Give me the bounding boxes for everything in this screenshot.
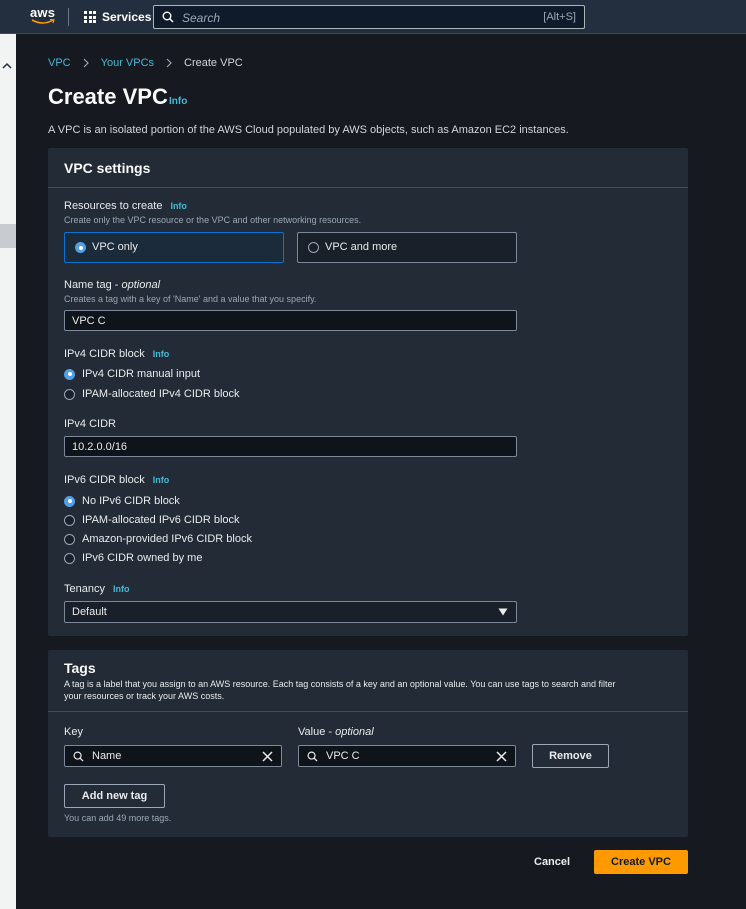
nav-divider: [68, 8, 69, 26]
breadcrumb-vpc[interactable]: VPC: [48, 57, 71, 69]
tag-value-input[interactable]: VPC C: [298, 745, 516, 767]
ipv4-ipam-option[interactable]: IPAM-allocated IPv4 CIDR block: [64, 388, 240, 400]
tags-description-line1: A tag is a label that you assign to an A…: [64, 679, 616, 689]
ipv4-manual-option[interactable]: IPv4 CIDR manual input: [64, 368, 200, 380]
tag-value-optional: optional: [335, 726, 374, 738]
title-info-link[interactable]: Info: [169, 96, 187, 107]
aws-logo[interactable]: aws: [30, 5, 58, 27]
aws-logo-text: aws: [30, 5, 56, 20]
name-tag-optional: optional: [121, 279, 161, 291]
aws-smile-icon: [31, 19, 55, 24]
ipv4-block-label: IPv4 CIDR block Info: [64, 348, 169, 360]
tenancy-select[interactable]: Default: [64, 601, 517, 623]
ipv6-ipam-radio[interactable]: [64, 514, 75, 526]
clear-icon[interactable]: [262, 751, 273, 762]
tag-key-input[interactable]: Name: [64, 745, 282, 767]
vpc-settings-title: VPC settings: [64, 160, 151, 176]
tenancy-label: Tenancy Info: [64, 583, 129, 595]
ipv6-owned-option[interactable]: IPv6 CIDR owned by me: [64, 552, 202, 564]
search-shortcut: [Alt+S]: [543, 11, 576, 23]
ipv6-amazon-radio[interactable]: [64, 533, 75, 545]
ipv6-block-label-text: IPv6 CIDR block: [64, 474, 145, 486]
vpc-and-more-radio[interactable]: [308, 242, 319, 253]
search-input[interactable]: Search [Alt+S]: [153, 5, 585, 29]
tenancy-info-link[interactable]: Info: [113, 584, 130, 594]
caret-down-icon: [498, 608, 508, 616]
ipv6-block-info-link[interactable]: Info: [153, 475, 170, 485]
search-icon: [73, 751, 84, 762]
tags-panel: Tags A tag is a label that you assign to…: [48, 650, 688, 837]
search-icon: [162, 11, 174, 23]
tenancy-value: Default: [72, 606, 107, 618]
resources-label-text: Resources to create: [64, 200, 163, 212]
name-tag-label: Name tag - optional: [64, 279, 161, 291]
breadcrumb: VPC Your VPCs Create VPC: [48, 56, 243, 70]
ipv4-block-label-text: IPv4 CIDR block: [64, 348, 145, 360]
ipv6-owned-radio[interactable]: [64, 552, 75, 564]
ipv4-block-info-link[interactable]: Info: [153, 349, 170, 359]
remove-tag-button[interactable]: Remove: [532, 744, 609, 768]
vpc-and-more-label: VPC and more: [325, 241, 398, 253]
name-tag-label-text: Name tag: [64, 279, 112, 291]
vpc-only-radio[interactable]: [75, 242, 86, 253]
ipv6-ipam-option[interactable]: IPAM-allocated IPv6 CIDR block: [64, 514, 240, 526]
chevron-right-icon: [166, 58, 172, 68]
chevron-right-icon: [83, 58, 89, 68]
tag-value-label-text: Value: [298, 726, 326, 738]
vpc-only-label: VPC only: [92, 241, 138, 253]
resources-info-link[interactable]: Info: [170, 201, 187, 211]
tag-value-value: VPC C: [326, 750, 360, 762]
vpc-settings-panel: VPC settings Resources to create Info Cre…: [48, 148, 688, 636]
top-navigation: aws Services Search [Alt+S]: [0, 0, 746, 34]
ipv4-manual-label: IPv4 CIDR manual input: [82, 368, 200, 380]
ipv4-ipam-label: IPAM-allocated IPv4 CIDR block: [82, 388, 240, 400]
ipv4-cidr-value: 10.2.0.0/16: [72, 441, 128, 453]
ipv6-amazon-option[interactable]: Amazon-provided IPv6 CIDR block: [64, 533, 252, 545]
ipv6-owned-label: IPv6 CIDR owned by me: [82, 552, 203, 564]
resources-hint: Create only the VPC resource or the VPC …: [64, 215, 362, 225]
breadcrumb-your-vpcs[interactable]: Your VPCs: [101, 57, 154, 69]
tag-value-label: Value - optional: [298, 726, 374, 738]
tenancy-label-text: Tenancy: [64, 583, 105, 595]
ipv6-block-label: IPv6 CIDR block Info: [64, 474, 169, 486]
tags-description-line2: your resources or track your AWS costs.: [64, 691, 225, 701]
tags-title: Tags: [64, 660, 96, 676]
clear-icon[interactable]: [496, 751, 507, 762]
ipv4-manual-radio[interactable]: [64, 368, 75, 380]
chevron-up-icon[interactable]: [2, 62, 12, 70]
ipv4-cidr-input[interactable]: 10.2.0.0/16: [64, 436, 517, 457]
search-placeholder: Search: [182, 11, 221, 25]
breadcrumb-current: Create VPC: [184, 57, 243, 69]
ipv6-none-option[interactable]: No IPv6 CIDR block: [64, 495, 180, 507]
grid-icon: [84, 11, 96, 23]
tags-remaining-hint: You can add 49 more tags.: [64, 813, 172, 823]
name-tag-input[interactable]: VPC C: [64, 310, 517, 331]
vpc-settings-header: VPC settings: [48, 148, 688, 188]
ipv6-none-radio[interactable]: [64, 495, 75, 507]
page-description: A VPC is an isolated portion of the AWS …: [48, 124, 569, 136]
services-menu-button[interactable]: Services: [84, 10, 151, 24]
ipv6-none-label: No IPv6 CIDR block: [82, 495, 180, 507]
cancel-button[interactable]: Cancel: [534, 856, 570, 868]
tag-key-label: Key: [64, 726, 83, 738]
create-vpc-button[interactable]: Create VPC: [594, 850, 688, 874]
ipv4-ipam-radio[interactable]: [64, 388, 75, 400]
resources-label: Resources to create Info: [64, 200, 187, 212]
ipv6-ipam-label: IPAM-allocated IPv6 CIDR block: [82, 514, 240, 526]
tag-key-value: Name: [92, 750, 122, 762]
search-icon: [307, 751, 318, 762]
side-navigation-item[interactable]: [0, 224, 16, 248]
vpc-and-more-option[interactable]: VPC and more: [297, 232, 517, 263]
side-navigation-strip: [0, 34, 16, 909]
services-label: Services: [102, 10, 152, 24]
ipv6-amazon-label: Amazon-provided IPv6 CIDR block: [82, 533, 252, 545]
tags-header: Tags A tag is a label that you assign to…: [48, 650, 688, 712]
name-tag-hint: Creates a tag with a key of 'Name' and a…: [64, 294, 317, 304]
page-title: Create VPC: [48, 84, 168, 109]
vpc-only-option[interactable]: VPC only: [64, 232, 284, 263]
name-tag-value: VPC C: [72, 315, 106, 327]
add-new-tag-button[interactable]: Add new tag: [64, 784, 165, 808]
ipv4-cidr-label: IPv4 CIDR: [64, 418, 116, 430]
